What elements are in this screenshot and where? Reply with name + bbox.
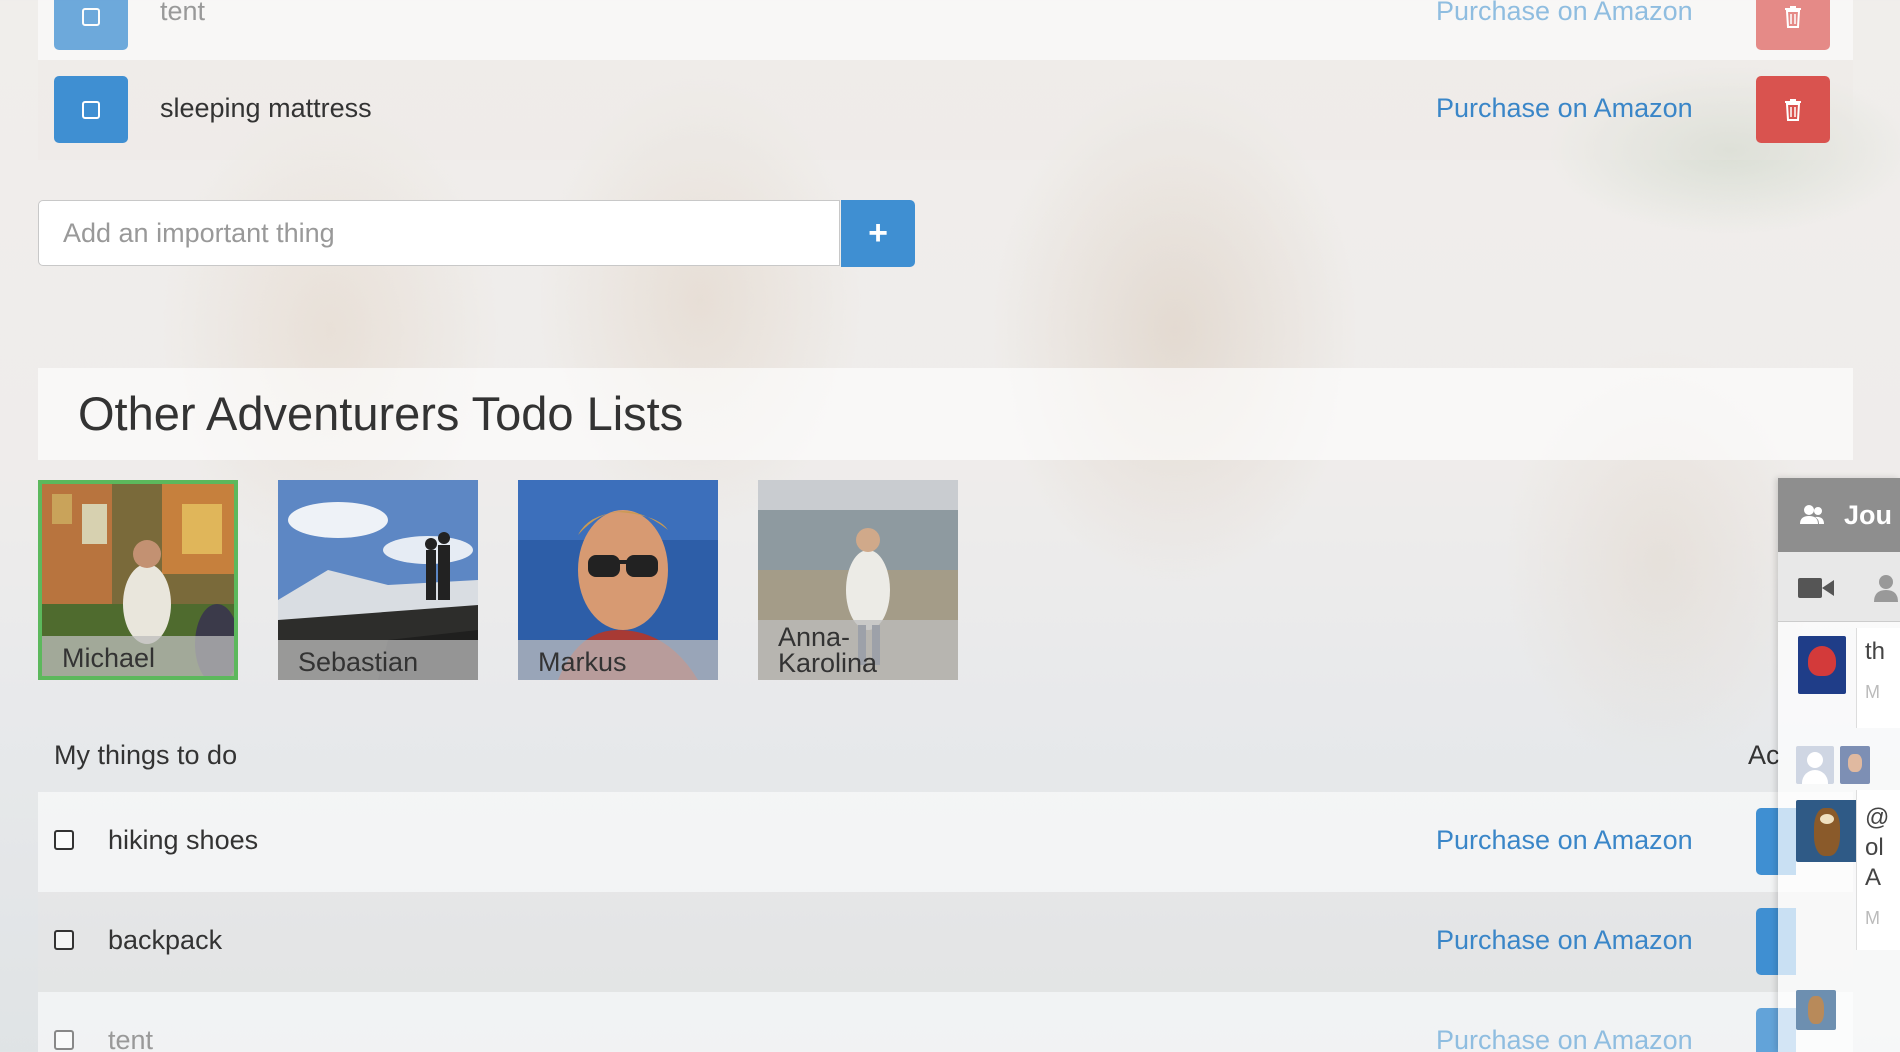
todo-row: sleeping mattress Purchase on Amazon — [38, 60, 1853, 160]
purchase-on-amazon-link[interactable]: Purchase on Amazon — [1436, 825, 1693, 856]
delete-button[interactable] — [1756, 0, 1830, 50]
chat-avatar[interactable] — [1798, 636, 1846, 694]
add-item-input[interactable] — [38, 200, 840, 266]
chat-panel: Jou th M @ ol A M — [1778, 478, 1900, 1052]
todo-item-label: backpack — [108, 925, 223, 955]
complete-toggle-button[interactable] — [54, 0, 128, 50]
chat-message-card: @ ol A M — [1856, 790, 1900, 950]
purchase-on-amazon-link[interactable]: Purchase on Amazon — [1436, 1025, 1693, 1052]
trash-icon — [1785, 98, 1801, 121]
item-checkbox[interactable] — [54, 1030, 74, 1050]
purchase-on-amazon-link[interactable]: Purchase on Amazon — [1436, 0, 1693, 27]
chat-avatar[interactable] — [1796, 800, 1858, 862]
participant-avatar[interactable] — [1796, 746, 1834, 784]
chat-message-card: th M — [1856, 628, 1900, 728]
participant-avatar[interactable] — [1840, 746, 1870, 784]
chat-toolbar — [1778, 552, 1900, 622]
list-heading: My things to do — [54, 740, 238, 770]
adventurer-card-markus[interactable]: Markus — [518, 480, 718, 680]
section-header: Other Adventurers Todo Lists — [38, 368, 1853, 460]
todo-item-label: hiking shoes — [108, 825, 259, 855]
delete-button[interactable] — [1756, 76, 1830, 143]
todo-item-label: tent — [160, 0, 206, 26]
complete-toggle-button[interactable] — [54, 76, 128, 143]
adventurer-card-michael[interactable]: Michael — [38, 480, 238, 680]
todo-item-label: sleeping mattress — [160, 93, 372, 123]
adventurer-card-sebastian[interactable]: Sebastian — [278, 480, 478, 680]
adventurer-card-anna-karolina[interactable]: Anna-Karolina — [758, 480, 958, 680]
friend-todo-row: backpack Purchase on Amazon — [38, 892, 1853, 992]
todo-row: tent Purchase on Amazon — [38, 0, 1853, 60]
friend-todo-row: hiking shoes Purchase on Amazon — [38, 792, 1853, 892]
person-icon[interactable] — [1874, 574, 1898, 602]
chat-panel-header[interactable]: Jou — [1778, 478, 1900, 552]
adventurer-name: Michael — [62, 643, 156, 673]
purchase-on-amazon-link[interactable]: Purchase on Amazon — [1436, 925, 1693, 956]
adventurer-name: Anna-Karolina — [778, 622, 878, 678]
adventurer-name: Markus — [538, 647, 627, 677]
friend-todo-row: tent Purchase on Amazon — [38, 992, 1853, 1052]
checkbox-icon — [82, 7, 100, 26]
video-camera-icon[interactable] — [1798, 578, 1834, 598]
chat-message-meta: M — [1865, 908, 1880, 928]
chat-message-meta: M — [1865, 682, 1880, 702]
item-checkbox[interactable] — [54, 830, 74, 850]
trash-icon — [1785, 5, 1801, 28]
actions-heading: Ac — [1748, 740, 1780, 770]
item-checkbox[interactable] — [54, 930, 74, 950]
page-content: tent Purchase on Amazon sleeping mattres… — [38, 0, 1853, 1052]
chat-avatar[interactable] — [1796, 990, 1836, 1030]
people-icon — [1800, 505, 1824, 524]
section-title: Other Adventurers Todo Lists — [78, 387, 684, 440]
chat-message-text: @ — [1865, 804, 1890, 831]
todo-item-label: tent — [108, 1025, 154, 1052]
add-item-button[interactable]: + — [841, 200, 915, 267]
adventurer-name: Sebastian — [298, 647, 419, 677]
checkbox-icon — [82, 100, 100, 119]
chat-panel-title: Jou — [1844, 499, 1893, 530]
purchase-on-amazon-link[interactable]: Purchase on Amazon — [1436, 93, 1693, 124]
chat-message-text: th — [1865, 638, 1886, 665]
chat-message-text: A — [1865, 864, 1882, 891]
chat-message-text: ol — [1865, 834, 1884, 861]
